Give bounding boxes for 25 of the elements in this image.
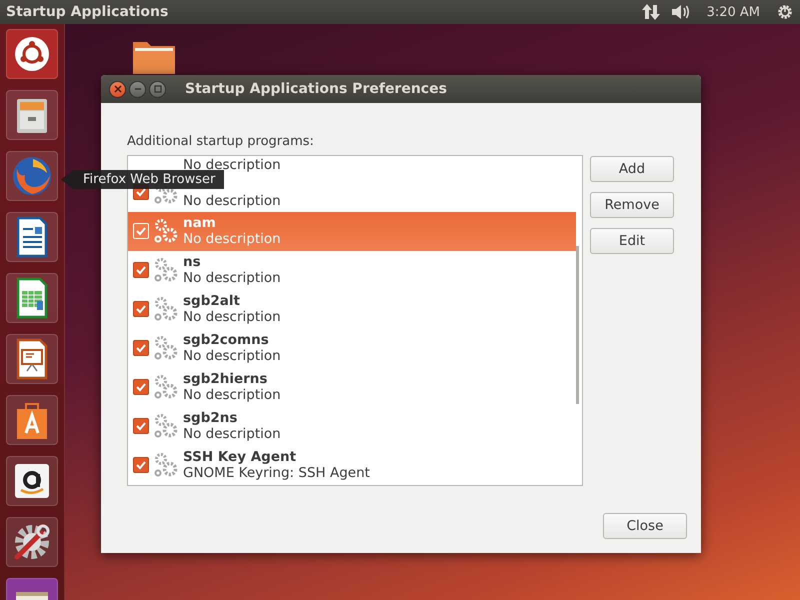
action-button[interactable]: Add xyxy=(590,156,674,182)
program-description: No description xyxy=(183,157,281,173)
close-button[interactable]: Close xyxy=(603,513,687,539)
clock[interactable]: 3:20 AM xyxy=(706,4,760,20)
tooltip: Firefox Web Browser xyxy=(61,170,224,189)
program-name: sgb2alt xyxy=(183,293,241,310)
program-description: No description xyxy=(183,348,281,364)
action-button[interactable]: Edit xyxy=(590,228,674,254)
program-description: No description xyxy=(183,426,281,442)
program-description: No description xyxy=(183,309,281,326)
action-button[interactable]: Remove xyxy=(590,192,674,218)
program-description: No description xyxy=(183,231,281,248)
program-description: No description xyxy=(183,386,281,403)
program-name: SSH Key Agent xyxy=(183,448,298,465)
program-name: sgb2comns xyxy=(183,332,270,348)
app-title: Startup Applications xyxy=(6,4,168,20)
program-name: sgb2ns xyxy=(183,410,238,426)
program-name: sgb2hierns xyxy=(183,370,268,387)
program-name: ns xyxy=(183,254,202,270)
program-name: nam xyxy=(183,215,217,232)
program-description: GNOME Keyring: SSH Agent xyxy=(183,464,370,481)
program-description: No description xyxy=(183,270,281,286)
list-label: Additional startup programs: xyxy=(127,134,315,149)
program-description: No description xyxy=(183,193,281,210)
window-title: Startup Applications Preferences xyxy=(185,81,447,97)
